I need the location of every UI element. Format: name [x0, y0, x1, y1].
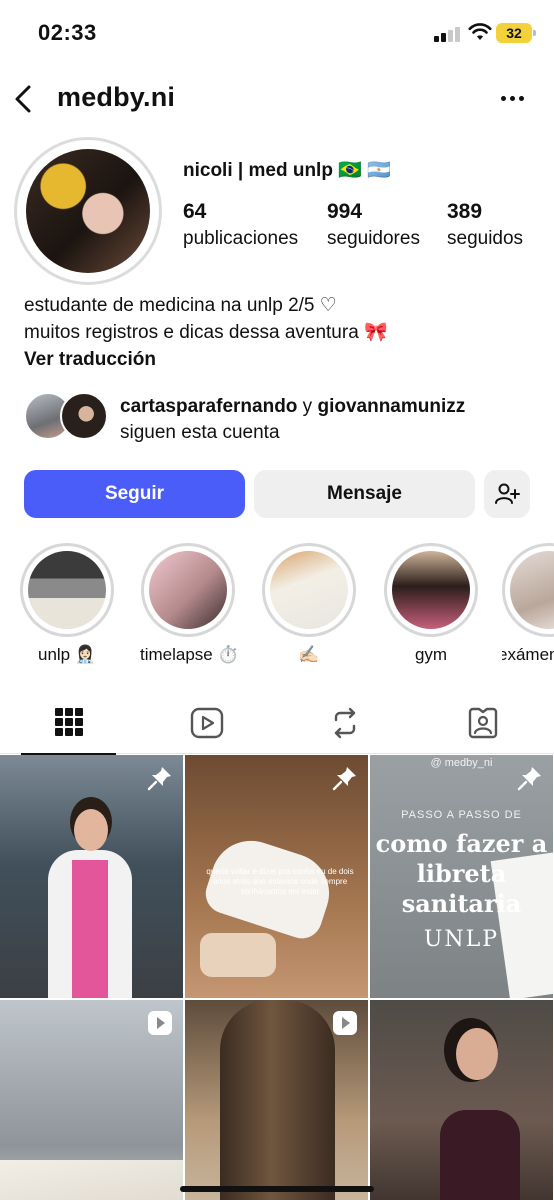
home-indicator	[180, 1186, 374, 1192]
tagged-icon	[468, 707, 498, 739]
post-grid: queria voltar e dizer pra minha eu de do…	[0, 755, 554, 1200]
highlight-cover	[141, 543, 235, 637]
stat-following-value: 389	[447, 200, 483, 223]
follow-button[interactable]: Seguir	[24, 470, 245, 518]
status-time: 02:33	[38, 20, 97, 45]
followed-by-text: cartasparafernando y giovannamunizz sigu…	[120, 394, 465, 446]
highlight-cover	[384, 543, 478, 637]
reel-icon	[333, 1011, 357, 1035]
tab-posts[interactable]	[0, 700, 138, 755]
profile-username: medby.ni	[57, 82, 176, 112]
story-highlight[interactable]: timelapse ⏱️	[140, 543, 239, 665]
bio: estudante de medicina na unlp 2/5 ♡ muit…	[24, 292, 388, 373]
followed-by-connector: y	[297, 396, 318, 417]
highlight-cover	[20, 543, 114, 637]
highlight-label: gym	[414, 645, 448, 664]
story-highlight[interactable]: ✍🏻	[261, 543, 357, 665]
post-thumbnail[interactable]	[0, 755, 183, 998]
post-caption-overlay: queria voltar e dizer pra minha eu de do…	[206, 867, 354, 896]
reels-icon	[190, 707, 224, 739]
profile-header: medby.ni	[0, 72, 554, 128]
bio-line: estudante de medicina na unlp 2/5 ♡	[24, 295, 337, 316]
follower-avatar	[60, 392, 108, 440]
chevron-left-icon[interactable]	[12, 84, 36, 114]
post-thumbnail[interactable]	[370, 1000, 553, 1200]
post-thumbnail[interactable]: @ medby_ni PASSO A PASSO DE como fazer a…	[370, 755, 553, 998]
status-bar: 02:33 32	[0, 0, 554, 64]
pin-icon	[332, 767, 356, 791]
post-overlay-footer: UNLP	[423, 927, 500, 952]
tab-reels[interactable]	[138, 700, 276, 754]
highlight-label: timelapse ⏱️	[140, 645, 239, 664]
tab-reposts[interactable]	[276, 700, 414, 754]
highlight-cover	[262, 543, 356, 637]
post-overlay-subtitle: PASSO A PASSO DE	[401, 809, 522, 821]
stat-posts-label: publicaciones	[183, 228, 299, 249]
post-overlay-title: como fazer a libreta sanitaria	[375, 829, 548, 918]
see-translation-link[interactable]: Ver traducción	[24, 346, 388, 373]
wifi-icon	[468, 23, 492, 40]
cellular-signal-icon	[434, 26, 460, 42]
highlight-label: exámen	[502, 645, 554, 664]
story-highlight[interactable]: unlp 👩🏻‍⚕️	[19, 543, 115, 665]
person-add-icon	[495, 483, 520, 504]
more-horizontal-icon[interactable]	[498, 94, 528, 104]
suggested-users-button[interactable]	[484, 470, 530, 518]
stat-posts[interactable]: 64 publicaciones	[183, 200, 298, 250]
stat-following-label: seguidos	[447, 228, 524, 249]
follower-username: cartasparafernando	[120, 396, 298, 417]
stat-followers[interactable]: 994 seguidores	[327, 200, 420, 250]
highlight-cover	[502, 543, 554, 637]
tab-tagged[interactable]	[414, 700, 552, 754]
highlight-label: ✍🏻	[298, 645, 320, 664]
reel-icon	[148, 1011, 172, 1035]
bio-line: muitos registros e dicas dessa aventura …	[24, 322, 388, 343]
display-name: nicoli | med unlp 🇧🇷 🇦🇷	[183, 160, 391, 181]
post-thumbnail[interactable]	[0, 1000, 183, 1200]
avatar	[26, 149, 150, 273]
battery-indicator: 32	[496, 23, 536, 43]
stat-followers-value: 994	[327, 200, 363, 223]
avatar-ring[interactable]	[14, 137, 162, 285]
highlight-label: unlp 👩🏻‍⚕️	[37, 645, 97, 664]
reposts-icon	[334, 707, 356, 739]
story-highlight[interactable]: exámen	[502, 543, 554, 665]
grid-icon	[55, 708, 83, 736]
stat-followers-label: seguidores	[327, 228, 420, 249]
post-thumbnail[interactable]	[185, 1000, 368, 1200]
pin-icon	[147, 767, 171, 791]
stat-following[interactable]: 389 seguidos	[447, 200, 523, 250]
story-highlight[interactable]: gym	[383, 543, 479, 665]
post-thumbnail[interactable]: queria voltar e dizer pra minha eu de do…	[185, 755, 368, 998]
stat-posts-value: 64	[183, 200, 207, 223]
followed-by[interactable]: cartasparafernando y giovannamunizz sigu…	[24, 392, 544, 446]
profile-tabs	[0, 700, 554, 755]
pin-icon	[517, 767, 541, 791]
follower-username: giovannamunizz	[317, 396, 466, 417]
message-button[interactable]: Mensaje	[254, 470, 475, 518]
followed-by-suffix: siguen esta cuenta	[120, 422, 280, 443]
